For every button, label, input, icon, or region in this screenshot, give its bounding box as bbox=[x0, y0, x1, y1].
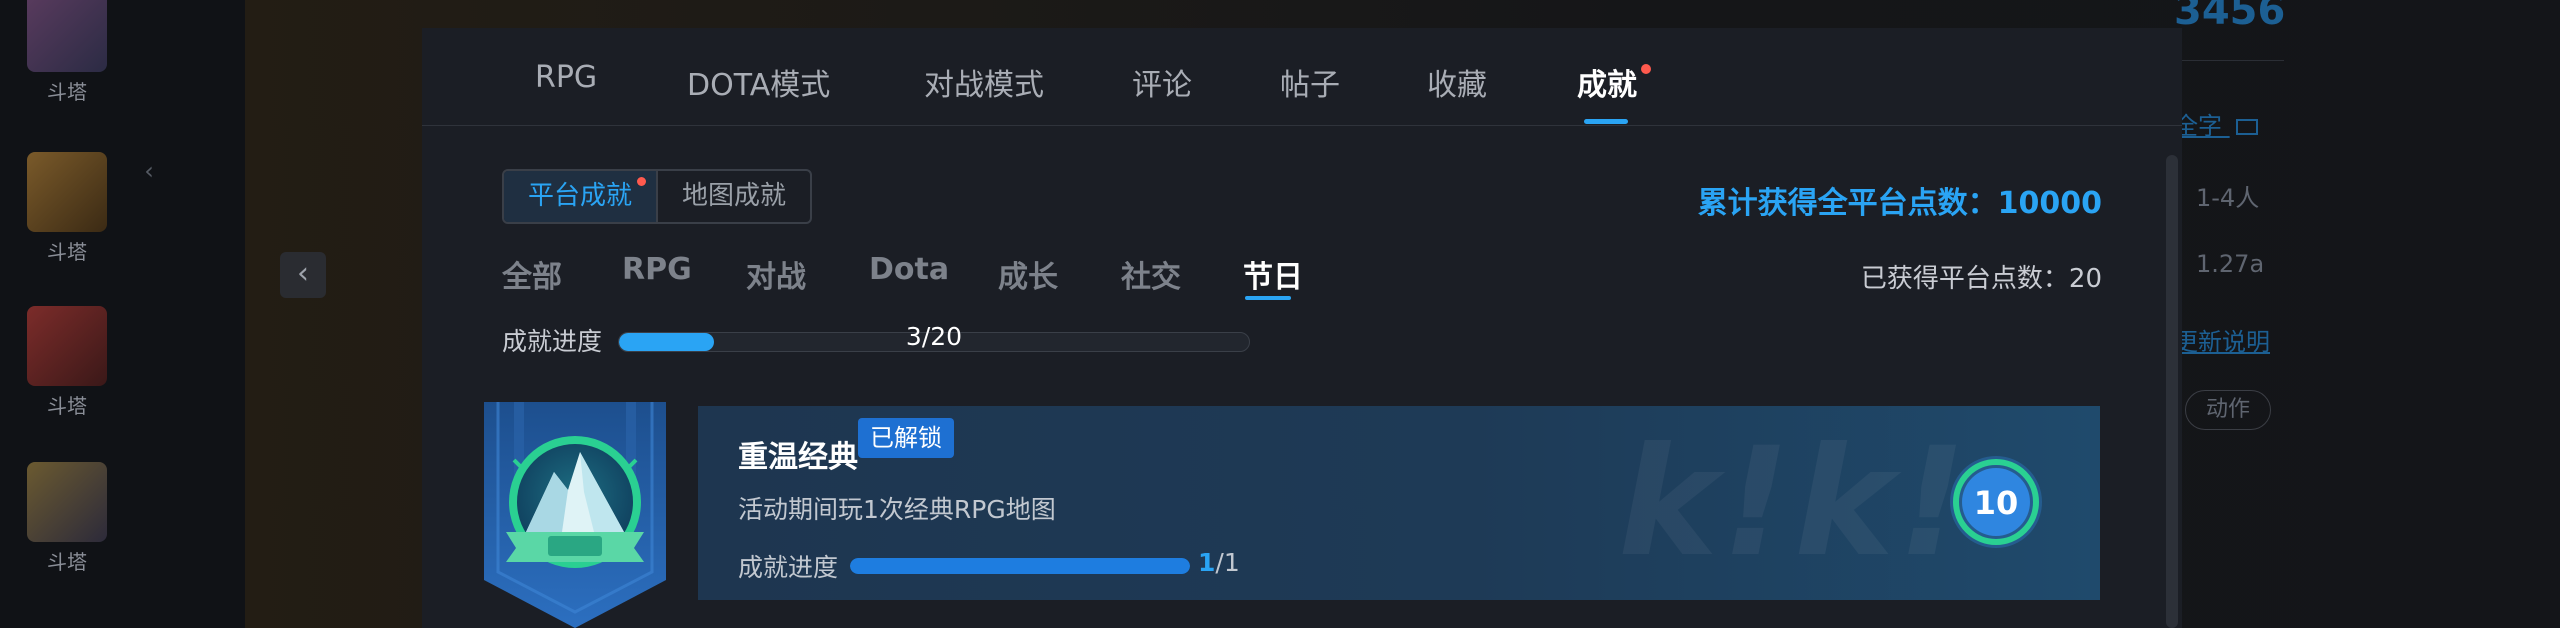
progress-text: 3/20 bbox=[905, 322, 963, 351]
progress-label: 成就进度 bbox=[502, 327, 603, 356]
platform-achievements-label: 平台成就 bbox=[528, 181, 633, 211]
achievement-type-switch: 平台成就 地图成就 bbox=[502, 169, 813, 224]
tab-favorites[interactable]: 收藏 bbox=[1427, 60, 1487, 104]
achievement-progress-bar bbox=[850, 558, 1190, 574]
category-dota[interactable]: Dota bbox=[869, 252, 949, 287]
active-tab-indicator bbox=[1584, 119, 1628, 124]
tab-rpg[interactable]: RPG bbox=[535, 60, 597, 95]
achievement-title: 重温经典 bbox=[738, 440, 858, 475]
achievements-modal: RPG DOTA模式 对战模式 评论 帖子 收藏 成就 平台成就 地图成就 累计… bbox=[422, 28, 2182, 628]
achievement-progress-current: 1 bbox=[1198, 548, 1216, 577]
platform-achievements-button[interactable]: 平台成就 bbox=[504, 171, 657, 222]
map-achievements-button[interactable]: 地图成就 bbox=[656, 171, 810, 222]
tab-bar: RPG DOTA模式 对战模式 评论 帖子 收藏 成就 bbox=[422, 28, 2182, 126]
scrollbar[interactable] bbox=[2166, 155, 2178, 628]
earned-platform-points: 已获得平台点数：20 bbox=[1860, 264, 2102, 294]
divider bbox=[2174, 60, 2284, 61]
avatar-label: 斗塔 bbox=[47, 240, 87, 264]
bg-number-fragment: 3456 bbox=[2174, 0, 2286, 34]
bg-link-fragment[interactable]: 全字 bbox=[2174, 106, 2258, 141]
avatar bbox=[27, 152, 107, 232]
tab-achievements[interactable]: 成就 bbox=[1577, 60, 1637, 104]
bg-update-link[interactable]: 更新说明 bbox=[2174, 322, 2270, 357]
tab-battle-mode[interactable]: 对战模式 bbox=[924, 60, 1044, 104]
category-all[interactable]: 全部 bbox=[502, 252, 562, 296]
tab-dota-mode[interactable]: DOTA模式 bbox=[687, 60, 830, 104]
avatar-label: 斗塔 bbox=[47, 80, 87, 104]
total-platform-points: 累计获得全平台点数：10000 bbox=[1697, 186, 2102, 221]
achievement-progress-total: /1 bbox=[1215, 548, 1240, 577]
active-category-indicator bbox=[1245, 296, 1291, 300]
bg-tag-chip[interactable]: 动作 bbox=[2185, 390, 2271, 430]
mail-icon bbox=[2235, 119, 2258, 135]
category-growth[interactable]: 成长 bbox=[998, 252, 1058, 296]
achievement-progress-fill bbox=[850, 558, 1190, 574]
bg-players: 1-4人 bbox=[2196, 184, 2260, 212]
background-sidebar: 斗塔 斗塔 斗塔 斗塔 ‹ bbox=[0, 0, 245, 628]
category-rpg[interactable]: RPG bbox=[622, 252, 692, 287]
mountain-badge-icon bbox=[484, 402, 666, 628]
notification-dot bbox=[1641, 64, 1651, 74]
bg-version: 1.27a bbox=[2196, 250, 2265, 278]
achievement-progress-text: 1/1 bbox=[1198, 548, 1240, 577]
category-social[interactable]: 社交 bbox=[1121, 252, 1181, 296]
avatar bbox=[27, 0, 107, 72]
sidebar-avatar-item[interactable]: 斗塔 bbox=[25, 306, 109, 419]
points-value: 10 bbox=[1974, 484, 2019, 522]
sidebar-avatar-item[interactable]: 斗塔 bbox=[25, 0, 109, 105]
category-battle[interactable]: 对战 bbox=[746, 252, 806, 296]
chevron-left-icon[interactable]: ‹ bbox=[136, 158, 162, 184]
points-badge: 10 bbox=[1948, 454, 2044, 550]
avatar-label: 斗塔 bbox=[47, 550, 87, 574]
sidebar-avatar-item[interactable]: 斗塔 bbox=[25, 462, 109, 575]
notification-dot bbox=[637, 177, 647, 186]
category-festival[interactable]: 节日 bbox=[1243, 252, 1303, 296]
achievement-description: 活动期间玩1次经典RPG地图 bbox=[738, 495, 1056, 524]
avatar bbox=[27, 462, 107, 542]
avatar-label: 斗塔 bbox=[47, 394, 87, 418]
achievement-card[interactable]: k!k! 重温经典 已解锁 活动期间玩1次经典RPG地图 成就进度 1/1 10 bbox=[698, 406, 2100, 600]
points-coin-icon: 10 bbox=[1950, 456, 2042, 548]
achievement-badge bbox=[484, 402, 666, 628]
achievement-progress-label: 成就进度 bbox=[738, 553, 839, 582]
tab-posts[interactable]: 帖子 bbox=[1280, 60, 1340, 104]
tab-comments[interactable]: 评论 bbox=[1132, 60, 1192, 104]
avatar bbox=[27, 306, 107, 386]
unlocked-badge: 已解锁 bbox=[858, 418, 954, 458]
back-button[interactable]: ‹ bbox=[280, 252, 326, 298]
sidebar-avatar-item[interactable]: 斗塔 bbox=[25, 152, 109, 265]
